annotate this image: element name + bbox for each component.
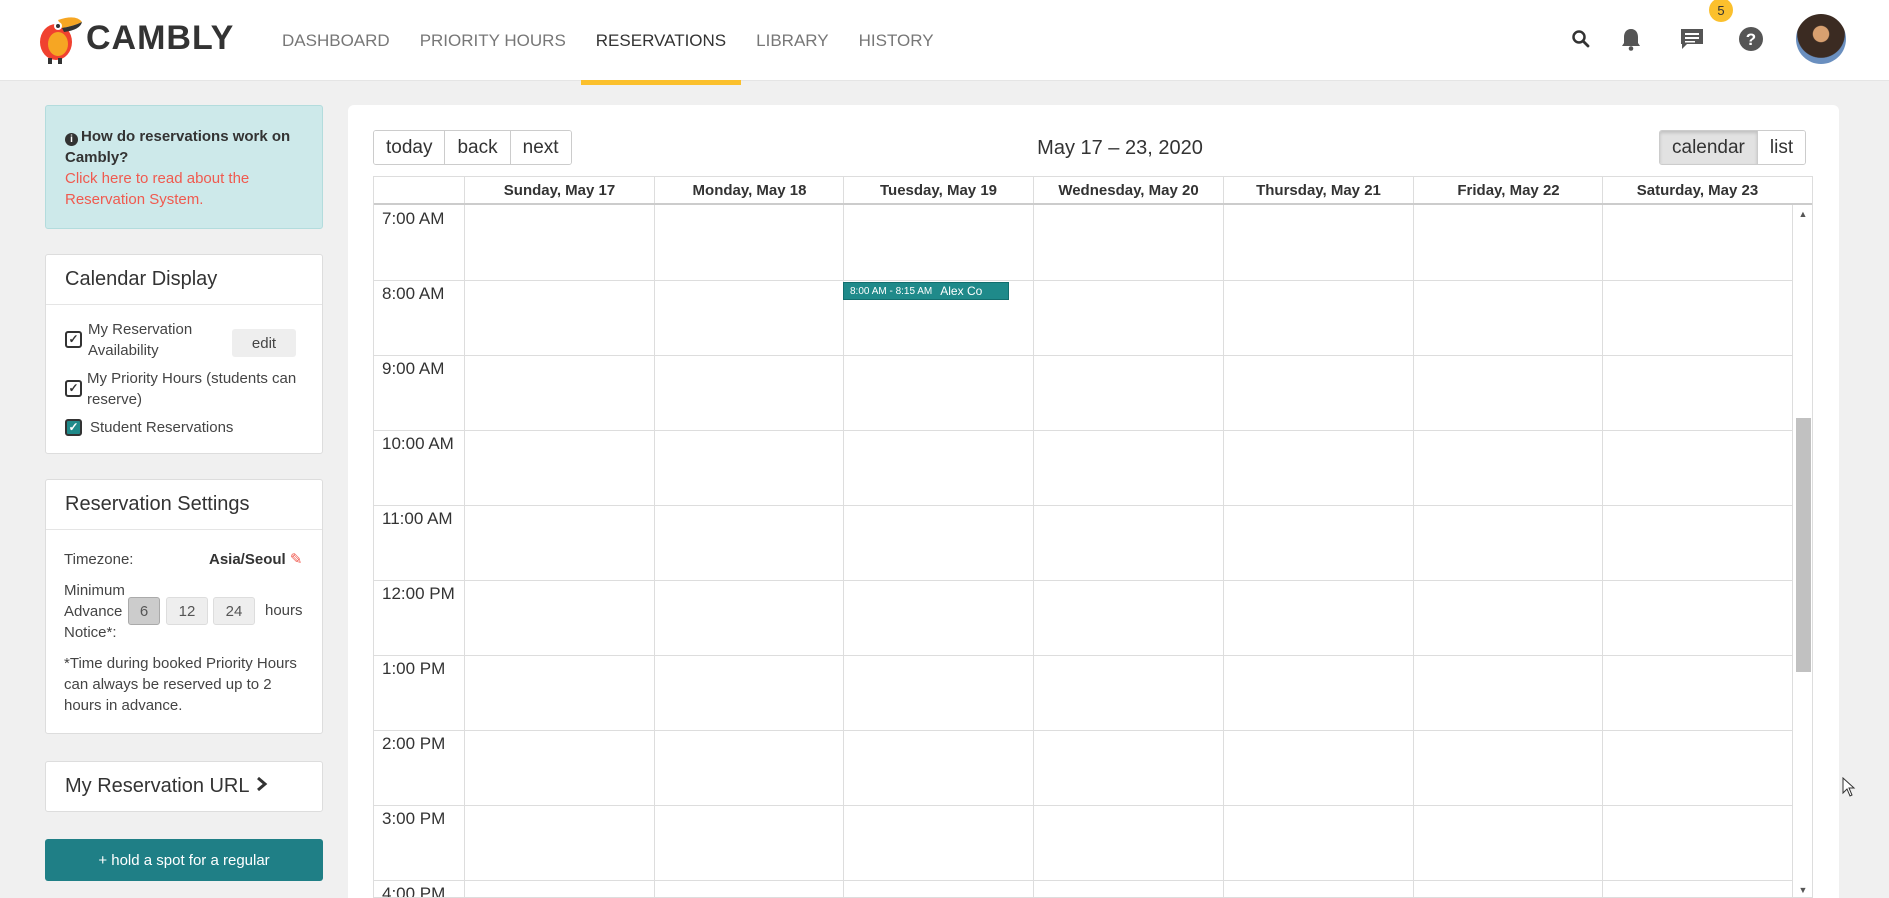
reservation-info-box: i How do reservations work on Cambly? Cli… bbox=[45, 105, 323, 229]
grid-line bbox=[374, 880, 1792, 881]
grid-line bbox=[374, 430, 1792, 431]
svg-text:?: ? bbox=[1746, 30, 1756, 49]
today-button[interactable]: today bbox=[374, 131, 446, 164]
grid-line bbox=[374, 355, 1792, 356]
reservation-url-label: My Reservation URL bbox=[65, 775, 250, 797]
notice-option-12[interactable]: 12 bbox=[166, 597, 208, 625]
option-label: My Priority Hours (students can reserve) bbox=[87, 370, 297, 408]
notice-option-6[interactable]: 6 bbox=[128, 597, 160, 625]
search-icon[interactable] bbox=[1566, 24, 1596, 54]
notice-label: Minimum Advance Notice*: bbox=[64, 582, 125, 641]
time-label: 8:00 AM bbox=[382, 284, 445, 303]
calendar-view-button[interactable]: calendar bbox=[1660, 131, 1758, 164]
grid-line bbox=[1223, 205, 1224, 897]
grid-line bbox=[374, 730, 1792, 731]
checkbox-priority-hours[interactable]: ✓ bbox=[65, 380, 82, 397]
toucan-logo-icon bbox=[36, 12, 84, 64]
time-label: 1:00 PM bbox=[382, 659, 446, 678]
reservation-event[interactable]: 8:00 AM - 8:15 AM Alex Co bbox=[843, 282, 1009, 300]
bell-icon[interactable] bbox=[1616, 24, 1646, 54]
scroll-down-icon[interactable]: ▼ bbox=[1798, 885, 1808, 895]
pencil-icon[interactable]: ✎ bbox=[290, 551, 303, 568]
timezone-value-group[interactable]: Asia/Seoul ✎ bbox=[209, 549, 302, 570]
option-student-reservations[interactable]: ✓ Student Reservations bbox=[46, 417, 322, 439]
option-label: My Reservation Availability bbox=[88, 321, 193, 359]
time-label: 10:00 AM bbox=[382, 434, 454, 453]
time-label: 2:00 PM bbox=[382, 734, 446, 753]
timezone-value: Asia/Seoul bbox=[209, 551, 286, 568]
user-avatar[interactable] bbox=[1796, 14, 1846, 64]
option-label: Student Reservations bbox=[90, 419, 234, 436]
top-navbar: CAMBLY DASHBOARD PRIORITY HOURS RESERVAT… bbox=[0, 0, 1889, 85]
nav-history[interactable]: HISTORY bbox=[844, 0, 949, 81]
brand-name: CAMBLY bbox=[86, 18, 235, 57]
time-label: 9:00 AM bbox=[382, 359, 445, 378]
date-range-title: May 17 – 23, 2020 bbox=[1037, 137, 1203, 159]
reservation-system-link[interactable]: Click here to read about the Reservation… bbox=[65, 168, 303, 210]
grid-line bbox=[1033, 205, 1034, 897]
grid-line bbox=[464, 205, 465, 897]
time-label: 7:00 AM bbox=[382, 209, 445, 228]
grid-line bbox=[843, 205, 844, 897]
main-nav: DASHBOARD PRIORITY HOURS RESERVATIONS LI… bbox=[267, 0, 949, 85]
day-header: Wednesday, May 20 bbox=[1033, 177, 1223, 203]
day-header: Saturday, May 23 bbox=[1602, 177, 1792, 203]
time-label: 11:00 AM bbox=[382, 509, 453, 528]
cambly-logo[interactable]: CAMBLY bbox=[36, 12, 234, 64]
grid-line bbox=[374, 505, 1792, 506]
notification-badge: 5 bbox=[1709, 0, 1733, 22]
day-header: Tuesday, May 19 bbox=[843, 177, 1033, 203]
grid-line bbox=[654, 205, 655, 897]
checkbox-reservation-availability[interactable]: ✓ bbox=[65, 331, 82, 348]
reservation-url-panel[interactable]: My Reservation URL bbox=[45, 761, 323, 812]
help-icon[interactable]: ? bbox=[1736, 24, 1766, 54]
notice-footnote: *Time during booked Priority Hours can a… bbox=[64, 655, 297, 714]
chevron-right-icon bbox=[256, 775, 268, 798]
list-view-button[interactable]: list bbox=[1757, 131, 1806, 164]
notice-option-24[interactable]: 24 bbox=[213, 597, 255, 625]
scrollbar-thumb[interactable] bbox=[1796, 418, 1811, 672]
grid-line bbox=[374, 655, 1792, 656]
nav-library[interactable]: LIBRARY bbox=[741, 0, 843, 81]
next-button[interactable]: next bbox=[510, 131, 571, 164]
calendar-display-title: Calendar Display bbox=[46, 255, 322, 305]
time-label: 12:00 PM bbox=[382, 584, 455, 603]
day-header-row: Sunday, May 17 Monday, May 18 Tuesday, M… bbox=[374, 177, 1812, 205]
day-header: Thursday, May 21 bbox=[1223, 177, 1413, 203]
day-header: Friday, May 22 bbox=[1413, 177, 1603, 203]
back-button[interactable]: back bbox=[445, 131, 511, 164]
nav-button-group: today back next bbox=[373, 130, 572, 165]
reservation-settings-title: Reservation Settings bbox=[46, 480, 322, 530]
notice-unit: hours bbox=[265, 602, 303, 619]
info-question: i How do reservations work on Cambly? bbox=[65, 128, 291, 166]
grid-line bbox=[374, 805, 1792, 806]
event-student-name: Alex Co bbox=[940, 284, 983, 298]
mouse-cursor-icon bbox=[1842, 776, 1856, 797]
day-header: Sunday, May 17 bbox=[464, 177, 654, 203]
view-button-group: calendar list bbox=[1659, 130, 1807, 165]
week-calendar: Sunday, May 17 Monday, May 18 Tuesday, M… bbox=[373, 176, 1813, 898]
time-label: 3:00 PM bbox=[382, 809, 446, 828]
grid-line bbox=[1792, 205, 1793, 897]
calendar-display-panel: Calendar Display ✓ My Reservation Availa… bbox=[45, 254, 323, 454]
timezone-label: Timezone: bbox=[64, 551, 134, 568]
info-icon: i bbox=[65, 133, 78, 146]
event-time: 8:00 AM - 8:15 AM bbox=[850, 285, 933, 297]
edit-availability-button[interactable]: edit bbox=[232, 329, 296, 357]
option-priority-hours[interactable]: ✓ My Priority Hours (students can reserv… bbox=[46, 368, 322, 410]
checkbox-student-reservations[interactable]: ✓ bbox=[65, 419, 82, 436]
grid-line bbox=[374, 280, 1792, 281]
grid-line bbox=[374, 580, 1792, 581]
scroll-up-icon[interactable]: ▲ bbox=[1798, 209, 1808, 219]
nav-reservations[interactable]: RESERVATIONS bbox=[580, 0, 742, 85]
chat-icon[interactable] bbox=[1677, 24, 1707, 54]
grid-line bbox=[1413, 205, 1414, 897]
hold-spot-button[interactable]: + hold a spot for a regular bbox=[45, 839, 323, 881]
grid-line bbox=[1602, 205, 1603, 897]
nav-priority-hours[interactable]: PRIORITY HOURS bbox=[405, 0, 581, 81]
time-label: 4:00 PM bbox=[382, 884, 446, 898]
day-header: Monday, May 18 bbox=[654, 177, 844, 203]
nav-dashboard[interactable]: DASHBOARD bbox=[267, 0, 405, 81]
